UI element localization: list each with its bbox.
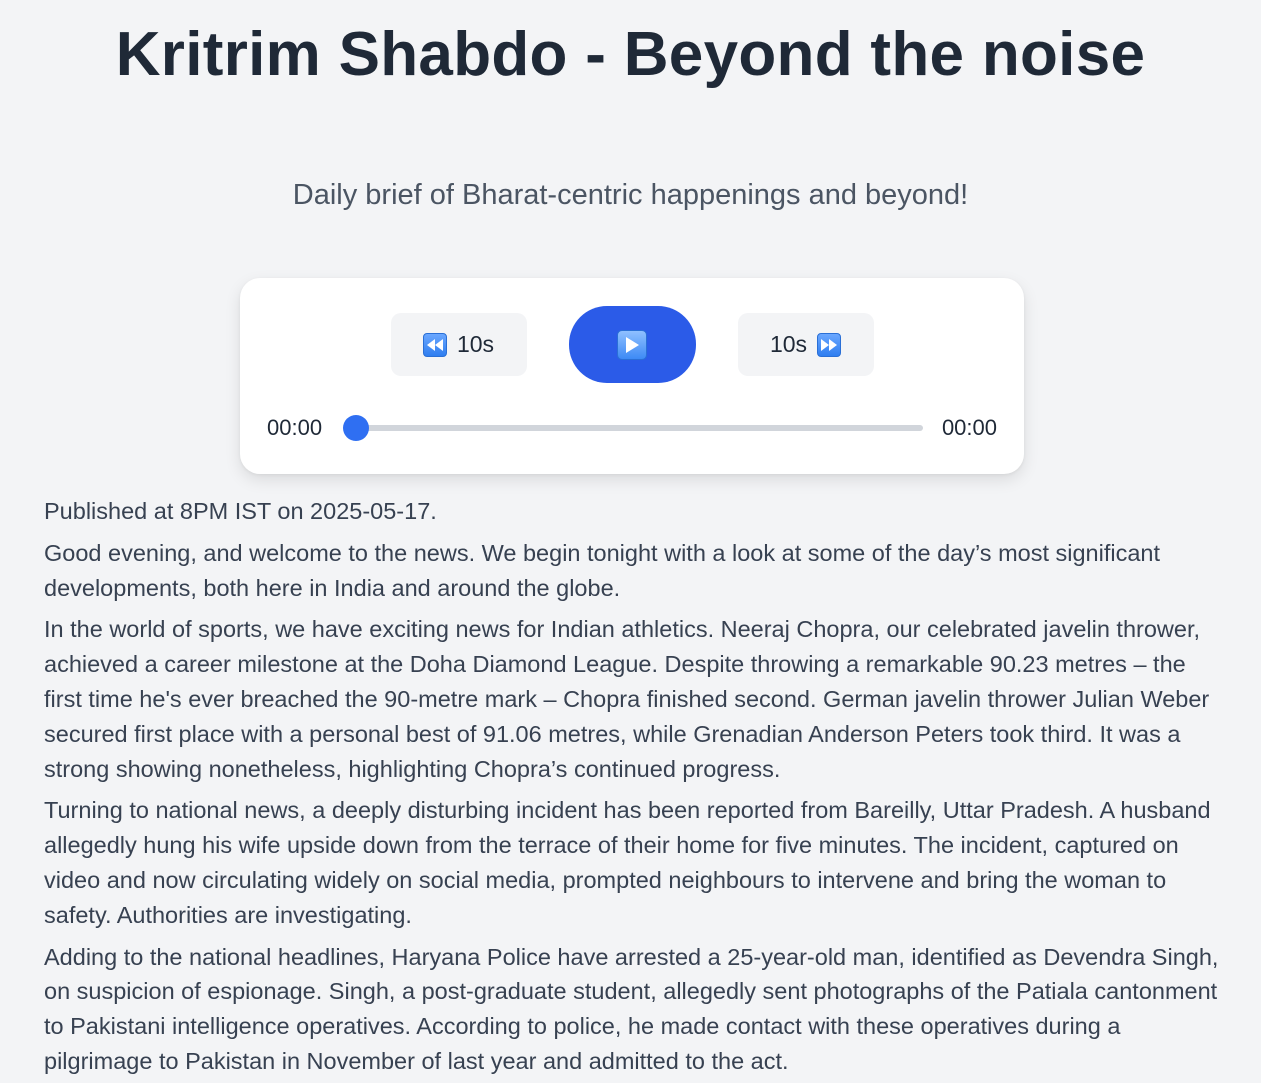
forward-10s-button[interactable]: 10s [737, 313, 874, 376]
audio-player: 10s 10s 00:00 00:00 [240, 278, 1024, 474]
seek-thumb[interactable] [343, 415, 369, 441]
forward-label: 10s [769, 331, 808, 357]
page: Kritrim Shabdo - Beyond the noise Daily … [0, 0, 1261, 1083]
seek-bar[interactable] [343, 415, 923, 441]
rewind-icon [422, 332, 447, 357]
progress-row: 00:00 00:00 [267, 413, 997, 443]
article-paragraph: Good evening, and welcome to the news. W… [44, 539, 1161, 601]
article-paragraph: Adding to the national headlines, Haryan… [44, 943, 1219, 1074]
play-icon [617, 329, 647, 360]
fast-forward-icon [817, 332, 842, 357]
current-time: 00:00 [267, 415, 323, 440]
published-date: Published at 8PM IST on 2025-05-17. [44, 498, 437, 524]
rewind-10s-button[interactable]: 10s [390, 313, 527, 376]
play-button[interactable] [568, 306, 696, 383]
page-title: Kritrim Shabdo - Beyond the noise [115, 20, 1146, 89]
article-body: Published at 8PM IST on 2025-05-17. Good… [44, 494, 1219, 1083]
article-paragraph: Turning to national news, a deeply distu… [44, 797, 1211, 928]
article-paragraph: In the world of sports, we have exciting… [44, 616, 1210, 782]
player-controls: 10s 10s [240, 306, 1024, 383]
rewind-label: 10s [456, 331, 495, 357]
total-time: 00:00 [941, 415, 997, 440]
page-subtitle: Daily brief of Bharat-centric happenings… [292, 179, 969, 211]
